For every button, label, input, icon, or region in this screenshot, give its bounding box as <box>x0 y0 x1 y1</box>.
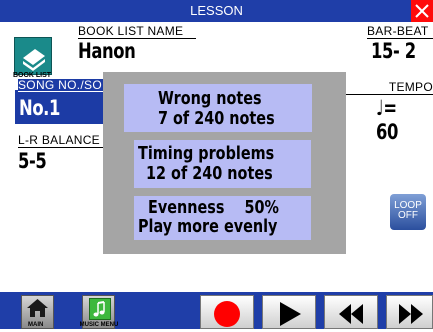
wrong-notes-title: Wrong notes <box>158 88 262 109</box>
main-label: MAIN <box>28 322 44 328</box>
timing-title: Timing problems <box>138 143 275 164</box>
music-menu-icon-bg <box>89 298 111 320</box>
music-menu-button[interactable]: MUSIC MENU <box>80 295 118 329</box>
book-list-name-label: BOOK LIST NAME <box>78 25 196 39</box>
close-button[interactable] <box>411 0 433 22</box>
loop-off-button[interactable]: LOOP OFF <box>390 194 426 230</box>
play-icon <box>280 302 301 326</box>
tempo-label: TEMPO <box>346 81 433 95</box>
close-icon <box>415 4 429 18</box>
home-icon <box>27 299 48 317</box>
music-note-icon <box>93 301 105 317</box>
music-menu-label: MUSIC MENU <box>79 322 119 328</box>
lr-balance-value: 5-5 <box>18 149 47 173</box>
record-button[interactable] <box>200 295 254 329</box>
fast-forward-icon <box>399 304 423 324</box>
bar-beat-value: 15- 2 <box>371 39 416 63</box>
tempo-value: ♩= 60 <box>376 96 399 144</box>
loop-state: OFF <box>398 210 418 221</box>
rewind-button[interactable] <box>324 295 378 329</box>
play-button[interactable] <box>262 295 316 329</box>
evenness-title: Evenness 50% <box>148 197 279 218</box>
bar-beat-label: BAR-BEAT <box>367 25 433 39</box>
book-list-button[interactable] <box>14 37 52 75</box>
lr-balance-label: L-R BALANCE <box>18 134 110 148</box>
rewind-icon <box>339 304 363 324</box>
timing-count: 12 of 240 notes <box>146 163 273 184</box>
evenness-advice: Play more evenly <box>138 216 278 237</box>
window-title: LESSON <box>190 3 243 18</box>
record-icon <box>214 301 240 327</box>
book-list-name-value: Hanon <box>78 39 136 63</box>
title-bar: LESSON <box>0 0 433 22</box>
song-number-value: No.1 <box>19 96 61 120</box>
main-button[interactable]: MAIN <box>21 295 54 329</box>
wrong-notes-count: 7 of 240 notes <box>158 108 275 129</box>
book-icon <box>23 49 45 71</box>
fast-forward-button[interactable] <box>386 295 433 329</box>
